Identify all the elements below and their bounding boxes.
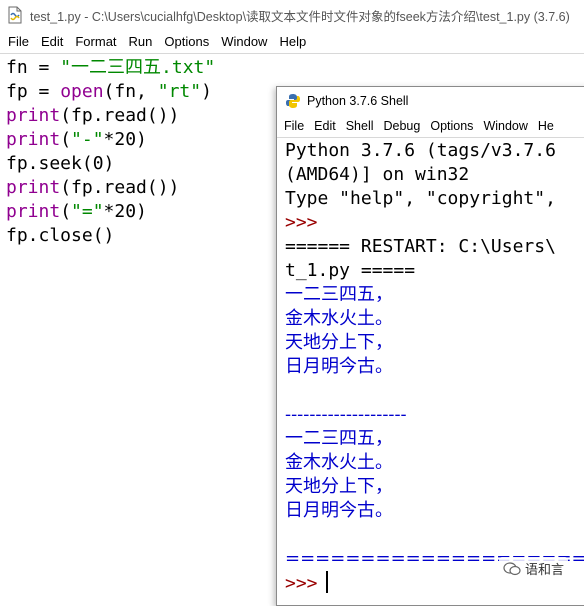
restart-line: ====== RESTART: C:\Users\ bbox=[285, 236, 556, 257]
watermark: 语和言 bbox=[498, 557, 568, 580]
banner-line: Type "help", "copyright", bbox=[285, 188, 556, 209]
idle-file-icon bbox=[8, 6, 22, 24]
python-icon bbox=[286, 94, 300, 108]
code-text: fn = "一二三四五.txt" fp = open(fn, "rt") pri… bbox=[6, 56, 215, 248]
output-line: 天地分上下， bbox=[285, 332, 393, 353]
menu-edit[interactable]: Edit bbox=[35, 34, 69, 49]
output-line: 日月明今古。 bbox=[285, 500, 393, 521]
output-line: 一二三四五， bbox=[285, 284, 393, 305]
watermark-text: 语和言 bbox=[524, 562, 564, 577]
output-line: 日月明今古。 bbox=[285, 356, 393, 377]
shell-output: Python 3.7.6 (tags/v3.7.6 (AMD64)] on wi… bbox=[285, 139, 584, 596]
code-line: print("-"*20) bbox=[6, 129, 147, 150]
code-line: fn = "一二三四五.txt" bbox=[6, 57, 216, 78]
output-line: 金木水火土。 bbox=[285, 452, 393, 473]
code-line: print(fp.read()) bbox=[6, 177, 180, 198]
editor-title-bar: test_1.py - C:\Users\cucialhfg\Desktop\读… bbox=[0, 0, 584, 30]
shell-menu-help[interactable]: He bbox=[533, 119, 559, 133]
shell-menu-edit[interactable]: Edit bbox=[309, 119, 341, 133]
menu-run[interactable]: Run bbox=[123, 34, 159, 49]
shell-menu-bar: File Edit Shell Debug Options Window He bbox=[277, 115, 584, 137]
menu-help[interactable]: Help bbox=[273, 34, 312, 49]
code-line: print("="*20) bbox=[6, 201, 147, 222]
menu-window[interactable]: Window bbox=[215, 34, 273, 49]
code-line: fp.close() bbox=[6, 225, 115, 246]
menu-format[interactable]: Format bbox=[69, 34, 122, 49]
code-line: print(fp.read()) bbox=[6, 105, 180, 126]
shell-input-prompt: >>> bbox=[285, 573, 318, 594]
shell-prompt: >>> bbox=[285, 212, 318, 233]
menu-file[interactable]: File bbox=[2, 34, 35, 49]
code-line: fp.seek(0) bbox=[6, 153, 115, 174]
editor-menu-bar: File Edit Format Run Options Window Help bbox=[0, 30, 584, 52]
menu-options[interactable]: Options bbox=[158, 34, 215, 49]
output-line: 一二三四五， bbox=[285, 428, 393, 449]
restart-line: t_1.py ===== bbox=[285, 260, 416, 281]
banner-line: (AMD64)] on win32 bbox=[285, 164, 470, 185]
separator-dash: -------------------- bbox=[285, 404, 407, 425]
shell-menu-divider bbox=[277, 137, 584, 138]
wechat-icon bbox=[503, 561, 521, 575]
shell-menu-window[interactable]: Window bbox=[478, 119, 532, 133]
output-line: 金木水火土。 bbox=[285, 308, 393, 329]
banner-line: Python 3.7.6 (tags/v3.7.6 bbox=[285, 140, 556, 161]
text-cursor[interactable] bbox=[325, 571, 328, 593]
shell-window-title: Python 3.7.6 Shell bbox=[307, 94, 409, 108]
code-line: fp = open(fn, "rt") bbox=[6, 81, 212, 102]
shell-menu-shell[interactable]: Shell bbox=[341, 119, 379, 133]
shell-window[interactable]: Python 3.7.6 Shell File Edit Shell Debug… bbox=[276, 86, 584, 606]
shell-menu-debug[interactable]: Debug bbox=[379, 119, 426, 133]
output-line: 天地分上下， bbox=[285, 476, 393, 497]
shell-menu-file[interactable]: File bbox=[279, 119, 309, 133]
shell-title-bar: Python 3.7.6 Shell bbox=[277, 87, 584, 115]
editor-window-title: test_1.py - C:\Users\cucialhfg\Desktop\读… bbox=[30, 9, 570, 24]
shell-menu-options[interactable]: Options bbox=[425, 119, 478, 133]
